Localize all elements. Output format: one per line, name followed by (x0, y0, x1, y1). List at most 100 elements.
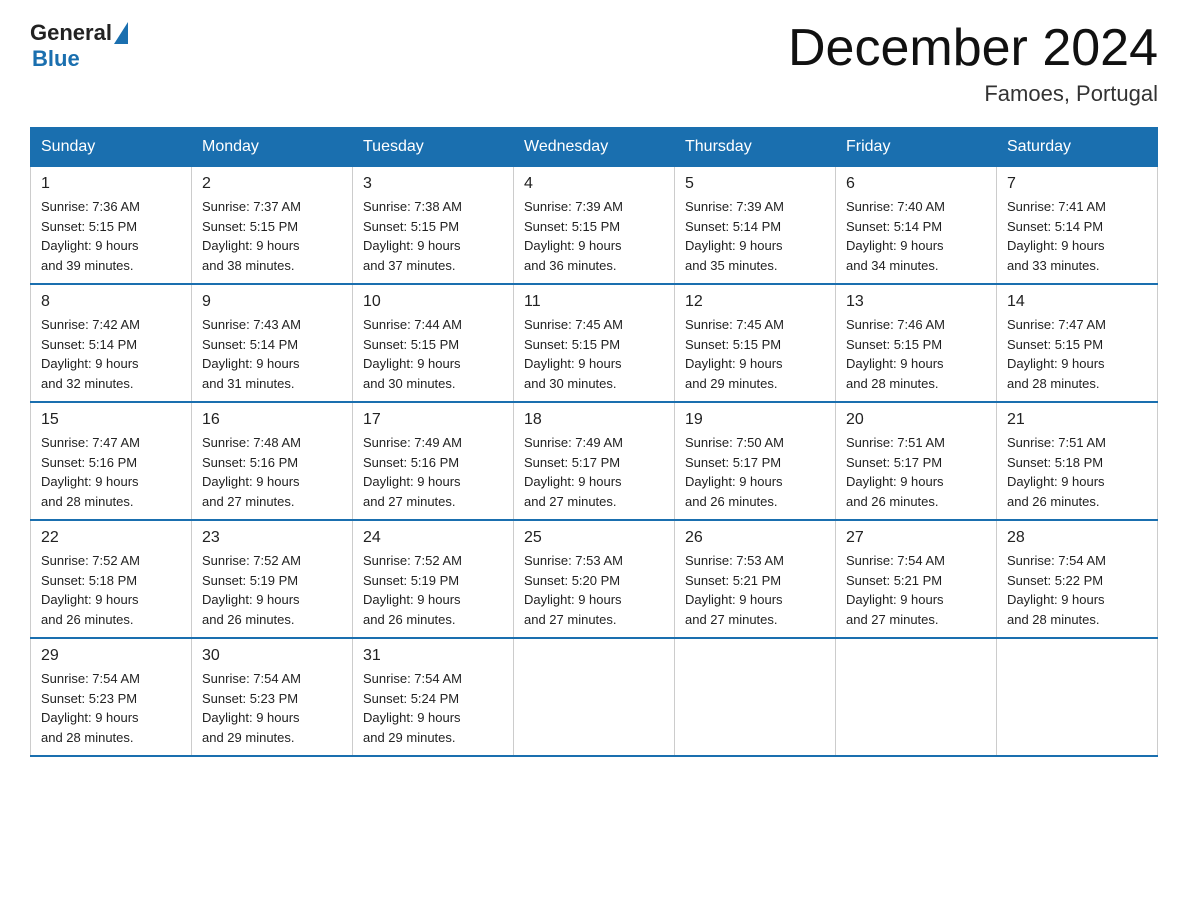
day-number: 13 (846, 293, 986, 311)
weekday-header-saturday: Saturday (997, 128, 1158, 167)
day-cell (675, 638, 836, 756)
day-number: 31 (363, 647, 503, 665)
day-cell: 31 Sunrise: 7:54 AM Sunset: 5:24 PM Dayl… (353, 638, 514, 756)
day-number: 3 (363, 175, 503, 193)
day-cell: 15 Sunrise: 7:47 AM Sunset: 5:16 PM Dayl… (31, 402, 192, 520)
week-row-3: 15 Sunrise: 7:47 AM Sunset: 5:16 PM Dayl… (31, 402, 1158, 520)
day-cell (514, 638, 675, 756)
day-cell: 22 Sunrise: 7:52 AM Sunset: 5:18 PM Dayl… (31, 520, 192, 638)
day-cell: 3 Sunrise: 7:38 AM Sunset: 5:15 PM Dayli… (353, 167, 514, 285)
day-info: Sunrise: 7:54 AM Sunset: 5:24 PM Dayligh… (363, 669, 503, 747)
day-number: 15 (41, 411, 181, 429)
day-cell: 21 Sunrise: 7:51 AM Sunset: 5:18 PM Dayl… (997, 402, 1158, 520)
day-cell: 12 Sunrise: 7:45 AM Sunset: 5:15 PM Dayl… (675, 284, 836, 402)
day-cell: 11 Sunrise: 7:45 AM Sunset: 5:15 PM Dayl… (514, 284, 675, 402)
day-number: 22 (41, 529, 181, 547)
day-info: Sunrise: 7:53 AM Sunset: 5:21 PM Dayligh… (685, 551, 825, 629)
day-cell: 17 Sunrise: 7:49 AM Sunset: 5:16 PM Dayl… (353, 402, 514, 520)
day-info: Sunrise: 7:48 AM Sunset: 5:16 PM Dayligh… (202, 433, 342, 511)
day-number: 24 (363, 529, 503, 547)
day-cell: 10 Sunrise: 7:44 AM Sunset: 5:15 PM Dayl… (353, 284, 514, 402)
day-number: 30 (202, 647, 342, 665)
day-info: Sunrise: 7:51 AM Sunset: 5:18 PM Dayligh… (1007, 433, 1147, 511)
day-number: 16 (202, 411, 342, 429)
day-number: 20 (846, 411, 986, 429)
day-cell: 20 Sunrise: 7:51 AM Sunset: 5:17 PM Dayl… (836, 402, 997, 520)
weekday-header-friday: Friday (836, 128, 997, 167)
day-info: Sunrise: 7:45 AM Sunset: 5:15 PM Dayligh… (685, 315, 825, 393)
day-cell: 1 Sunrise: 7:36 AM Sunset: 5:15 PM Dayli… (31, 167, 192, 285)
weekday-header-sunday: Sunday (31, 128, 192, 167)
day-cell: 24 Sunrise: 7:52 AM Sunset: 5:19 PM Dayl… (353, 520, 514, 638)
day-cell: 27 Sunrise: 7:54 AM Sunset: 5:21 PM Dayl… (836, 520, 997, 638)
day-cell: 13 Sunrise: 7:46 AM Sunset: 5:15 PM Dayl… (836, 284, 997, 402)
page-header: General Blue December 2024 Famoes, Portu… (30, 20, 1158, 107)
day-cell: 28 Sunrise: 7:54 AM Sunset: 5:22 PM Dayl… (997, 520, 1158, 638)
day-info: Sunrise: 7:49 AM Sunset: 5:17 PM Dayligh… (524, 433, 664, 511)
day-info: Sunrise: 7:53 AM Sunset: 5:20 PM Dayligh… (524, 551, 664, 629)
day-cell (997, 638, 1158, 756)
day-info: Sunrise: 7:43 AM Sunset: 5:14 PM Dayligh… (202, 315, 342, 393)
week-row-5: 29 Sunrise: 7:54 AM Sunset: 5:23 PM Dayl… (31, 638, 1158, 756)
day-cell: 30 Sunrise: 7:54 AM Sunset: 5:23 PM Dayl… (192, 638, 353, 756)
day-number: 23 (202, 529, 342, 547)
week-row-4: 22 Sunrise: 7:52 AM Sunset: 5:18 PM Dayl… (31, 520, 1158, 638)
day-number: 18 (524, 411, 664, 429)
day-info: Sunrise: 7:50 AM Sunset: 5:17 PM Dayligh… (685, 433, 825, 511)
day-info: Sunrise: 7:54 AM Sunset: 5:21 PM Dayligh… (846, 551, 986, 629)
calendar-table: SundayMondayTuesdayWednesdayThursdayFrid… (30, 127, 1158, 757)
day-number: 25 (524, 529, 664, 547)
day-cell: 18 Sunrise: 7:49 AM Sunset: 5:17 PM Dayl… (514, 402, 675, 520)
day-info: Sunrise: 7:54 AM Sunset: 5:22 PM Dayligh… (1007, 551, 1147, 629)
logo: General Blue (30, 20, 130, 72)
day-cell: 14 Sunrise: 7:47 AM Sunset: 5:15 PM Dayl… (997, 284, 1158, 402)
week-row-2: 8 Sunrise: 7:42 AM Sunset: 5:14 PM Dayli… (31, 284, 1158, 402)
day-info: Sunrise: 7:52 AM Sunset: 5:19 PM Dayligh… (202, 551, 342, 629)
day-info: Sunrise: 7:54 AM Sunset: 5:23 PM Dayligh… (41, 669, 181, 747)
day-cell: 23 Sunrise: 7:52 AM Sunset: 5:19 PM Dayl… (192, 520, 353, 638)
logo-blue-text: Blue (32, 46, 80, 71)
day-info: Sunrise: 7:52 AM Sunset: 5:19 PM Dayligh… (363, 551, 503, 629)
day-number: 6 (846, 175, 986, 193)
day-info: Sunrise: 7:49 AM Sunset: 5:16 PM Dayligh… (363, 433, 503, 511)
day-number: 28 (1007, 529, 1147, 547)
day-cell: 26 Sunrise: 7:53 AM Sunset: 5:21 PM Dayl… (675, 520, 836, 638)
day-number: 1 (41, 175, 181, 193)
day-cell: 29 Sunrise: 7:54 AM Sunset: 5:23 PM Dayl… (31, 638, 192, 756)
day-number: 26 (685, 529, 825, 547)
day-info: Sunrise: 7:39 AM Sunset: 5:14 PM Dayligh… (685, 197, 825, 275)
day-cell: 5 Sunrise: 7:39 AM Sunset: 5:14 PM Dayli… (675, 167, 836, 285)
day-number: 9 (202, 293, 342, 311)
day-number: 29 (41, 647, 181, 665)
day-cell: 25 Sunrise: 7:53 AM Sunset: 5:20 PM Dayl… (514, 520, 675, 638)
day-info: Sunrise: 7:41 AM Sunset: 5:14 PM Dayligh… (1007, 197, 1147, 275)
day-number: 4 (524, 175, 664, 193)
location: Famoes, Portugal (788, 81, 1158, 107)
day-info: Sunrise: 7:40 AM Sunset: 5:14 PM Dayligh… (846, 197, 986, 275)
weekday-header-monday: Monday (192, 128, 353, 167)
day-info: Sunrise: 7:47 AM Sunset: 5:16 PM Dayligh… (41, 433, 181, 511)
weekday-header-thursday: Thursday (675, 128, 836, 167)
day-info: Sunrise: 7:52 AM Sunset: 5:18 PM Dayligh… (41, 551, 181, 629)
day-info: Sunrise: 7:46 AM Sunset: 5:15 PM Dayligh… (846, 315, 986, 393)
day-number: 2 (202, 175, 342, 193)
day-number: 7 (1007, 175, 1147, 193)
day-cell: 19 Sunrise: 7:50 AM Sunset: 5:17 PM Dayl… (675, 402, 836, 520)
day-cell (836, 638, 997, 756)
day-number: 12 (685, 293, 825, 311)
day-number: 11 (524, 293, 664, 311)
title-section: December 2024 Famoes, Portugal (788, 20, 1158, 107)
day-cell: 2 Sunrise: 7:37 AM Sunset: 5:15 PM Dayli… (192, 167, 353, 285)
day-number: 19 (685, 411, 825, 429)
day-info: Sunrise: 7:47 AM Sunset: 5:15 PM Dayligh… (1007, 315, 1147, 393)
day-info: Sunrise: 7:51 AM Sunset: 5:17 PM Dayligh… (846, 433, 986, 511)
month-title: December 2024 (788, 20, 1158, 77)
day-info: Sunrise: 7:54 AM Sunset: 5:23 PM Dayligh… (202, 669, 342, 747)
logo-general-text: General (30, 20, 112, 46)
day-number: 27 (846, 529, 986, 547)
day-number: 14 (1007, 293, 1147, 311)
day-number: 8 (41, 293, 181, 311)
day-info: Sunrise: 7:36 AM Sunset: 5:15 PM Dayligh… (41, 197, 181, 275)
day-number: 21 (1007, 411, 1147, 429)
logo-arrow-icon (114, 22, 128, 44)
